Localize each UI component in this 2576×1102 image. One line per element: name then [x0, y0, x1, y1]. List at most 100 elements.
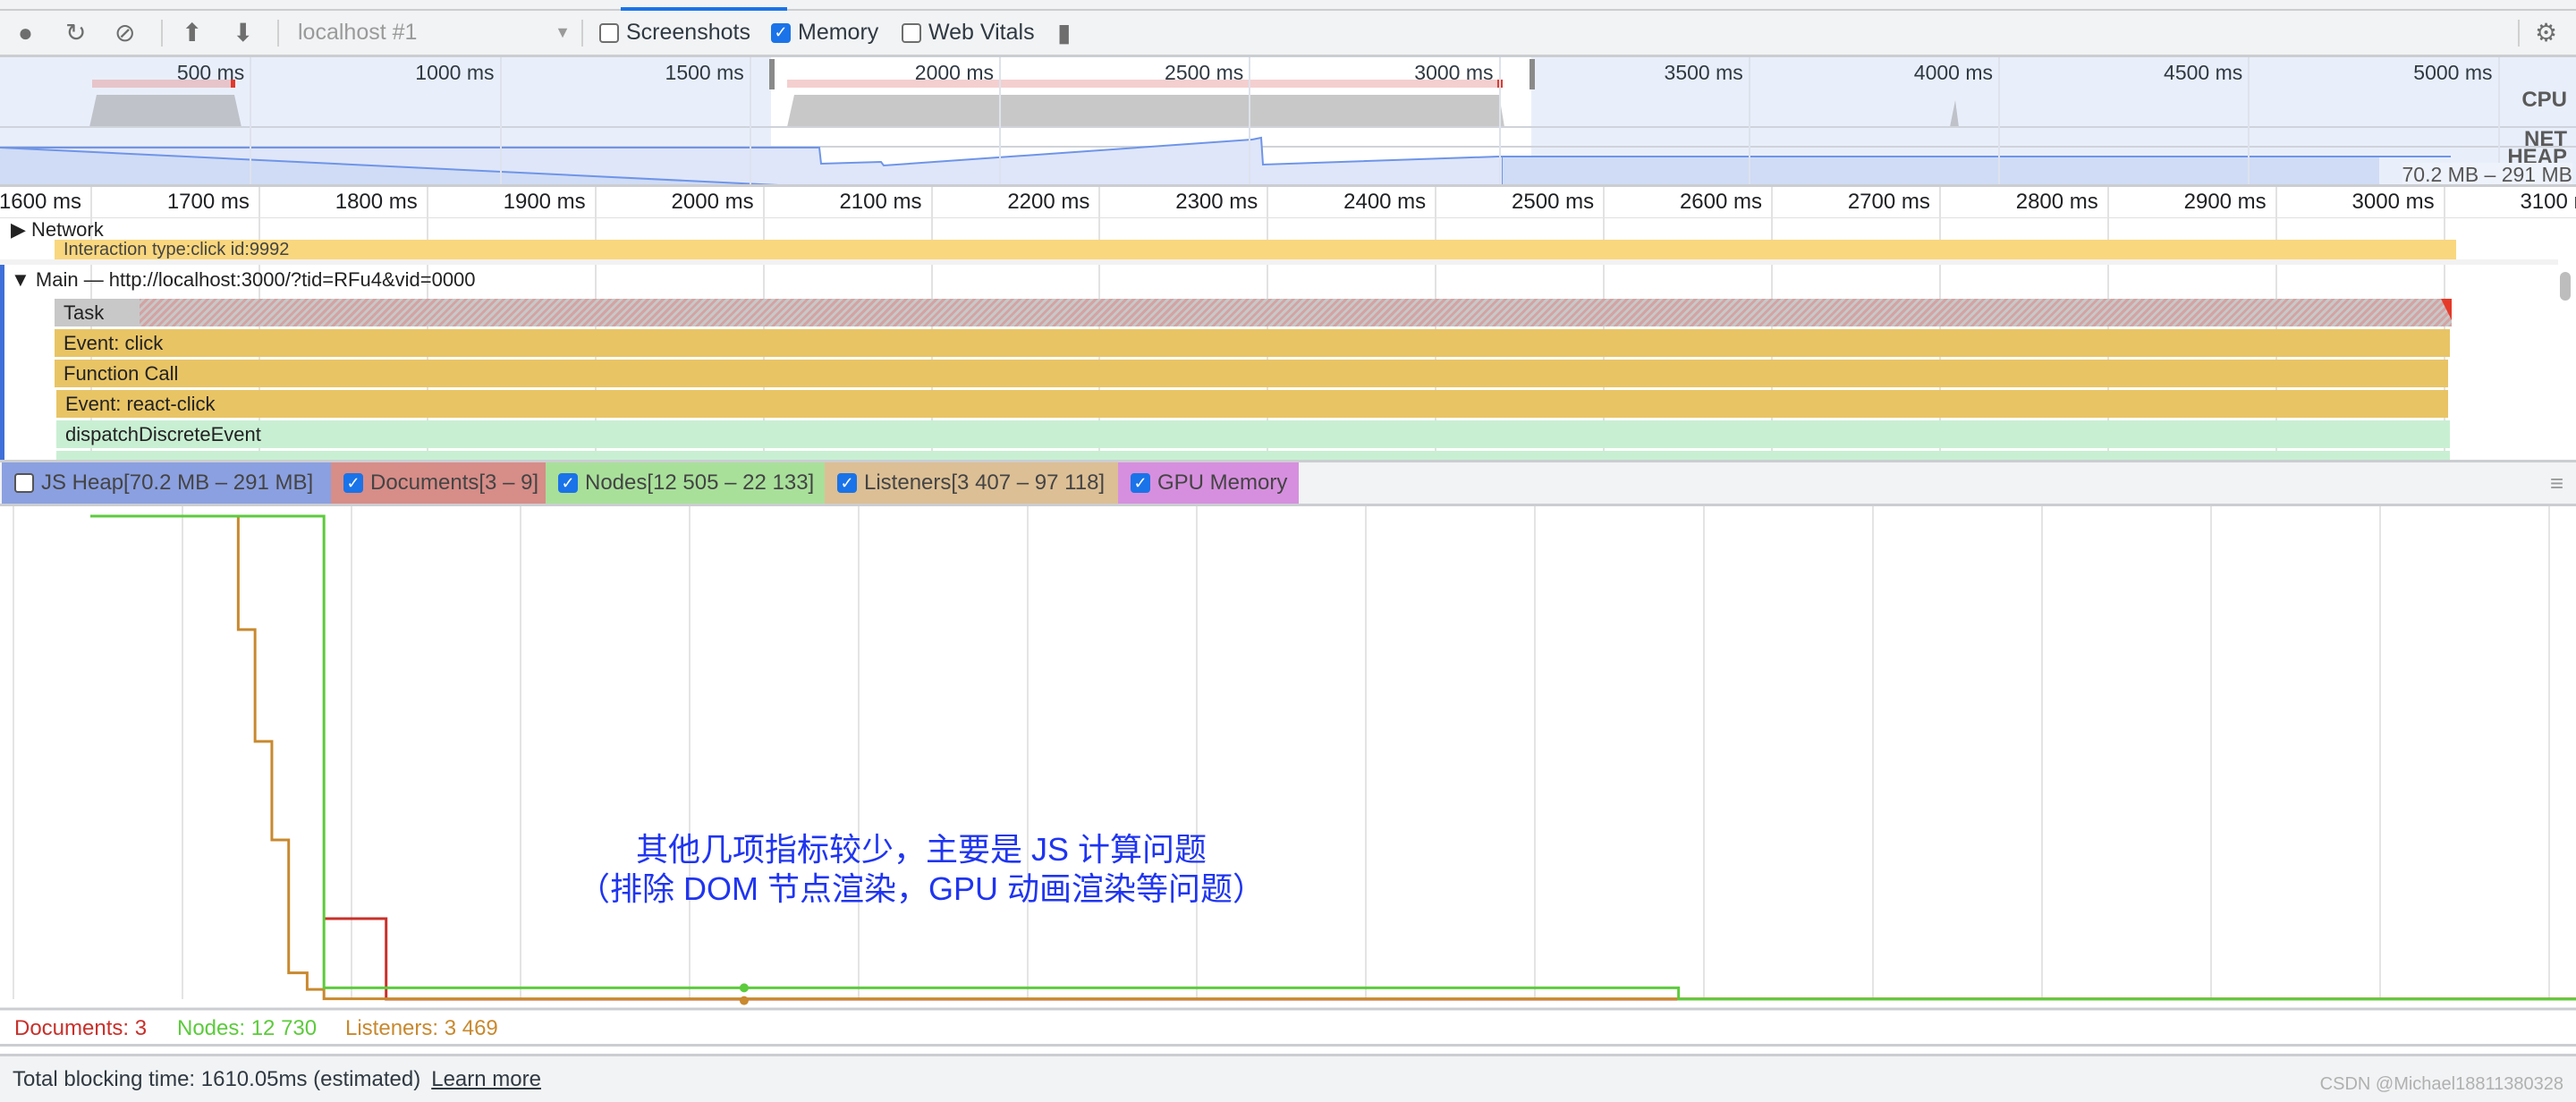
selection-handle-left	[769, 59, 775, 89]
overview-tick: 1500 ms	[665, 61, 744, 84]
ruler-tick: 2100 ms	[839, 190, 922, 214]
interaction-bar[interactable]: Interaction type:click id:9992	[55, 240, 2456, 259]
chevron-down-icon: ▼	[555, 23, 571, 41]
trash-icon[interactable]: ▮	[1057, 11, 1071, 55]
heap-range-label: 70.2 MB – 291 MB	[2402, 163, 2572, 186]
cpu-activity	[89, 95, 242, 127]
counter-label: Documents[3 – 9]	[370, 470, 539, 495]
overview-tick: 2000 ms	[914, 61, 994, 84]
counter-toggle[interactable]: ✓ Nodes[12 505 – 22 133]	[546, 462, 825, 504]
overview-tick: 3500 ms	[1664, 61, 1743, 84]
ruler-tick: 2400 ms	[1343, 190, 1427, 214]
memory-label: Memory	[798, 20, 879, 45]
legend-nodes: Nodes: 12 730	[177, 1016, 318, 1040]
toolbar: ● ↻ ⊘ ⬆ ⬇ localhost #1 ▼ Screenshots ✓ Me…	[0, 11, 2576, 57]
overview-tick: 500 ms	[176, 61, 245, 84]
overview-gridline	[1498, 57, 1501, 184]
network-track-toggle[interactable]: ▶ Network	[11, 218, 104, 242]
counter-toggle[interactable]: ✓ Documents[3 – 9]	[331, 462, 546, 504]
tab-strip	[0, 0, 2576, 11]
counter-marker-nodes	[739, 983, 749, 993]
upload-icon[interactable]: ⬆	[182, 11, 202, 55]
divider	[2518, 20, 2520, 47]
overview-gridline	[1748, 57, 1750, 184]
learn-more-link[interactable]: Learn more	[431, 1067, 541, 1092]
cpu-lane-label: CPU	[2521, 88, 2567, 112]
watermark: CSDN @Michael18811380328	[2319, 1074, 2563, 1094]
reload-icon[interactable]: ↻	[65, 11, 86, 55]
ruler-tick: 1600 ms	[0, 190, 81, 214]
network-track-label: Network	[31, 218, 104, 241]
flame-row-event-click[interactable]: Event: click	[55, 329, 2450, 357]
ruler-tick: 2800 ms	[2015, 190, 2098, 214]
time-ruler: 1600 ms 1700 ms 1800 ms 1900 ms 2000 ms 2100 …	[0, 187, 2576, 218]
flame-chart[interactable]: ▶ Network Interaction type:click id:9992…	[0, 218, 2576, 460]
flame-row-dispatch[interactable]: dispatchDiscreteEvent	[56, 420, 2450, 448]
clear-icon[interactable]: ⊘	[114, 11, 135, 55]
overview-gridline	[749, 57, 751, 184]
menu-icon[interactable]: ≡	[2550, 470, 2563, 497]
ruler-tick: 2900 ms	[2183, 190, 2267, 214]
flame-label: Task	[64, 301, 105, 324]
annotation-line: 其他几项指标较少，主要是 JS 计算问题	[635, 831, 1208, 868]
divider	[0, 259, 2558, 265]
selection-handle-right	[1530, 59, 1535, 89]
overview-gridline	[250, 57, 252, 184]
vertical-scrollbar[interactable]	[2560, 272, 2571, 301]
ruler-tick: 2700 ms	[1847, 190, 1930, 214]
counter-toggle[interactable]: JS Heap[70.2 MB – 291 MB]	[2, 462, 331, 504]
gear-icon[interactable]: ⚙	[2535, 11, 2557, 55]
flame-row-react-click[interactable]: Event: react-click	[56, 390, 2448, 418]
counter-line-nodes	[90, 514, 2576, 1001]
counter-label: Listeners[3 407 – 97 118]	[864, 470, 1106, 495]
overview-gridline	[1998, 57, 2000, 184]
ruler-tick: 2000 ms	[671, 190, 754, 214]
counter-toggle[interactable]: ✓ Listeners[3 407 – 97 118]	[825, 462, 1118, 504]
overview-tick: 3000 ms	[1414, 61, 1494, 84]
ruler-tick: 1800 ms	[335, 190, 418, 214]
ruler-tick: 2600 ms	[1679, 190, 1762, 214]
flame-row-task[interactable]: Task	[55, 299, 2452, 326]
ruler-tick: 1700 ms	[166, 190, 250, 214]
counters-legend: Documents: 3 Nodes: 12 730 Listeners: 3 …	[0, 1011, 2576, 1047]
timeline-overview[interactable]: 500 ms 1000 ms 1500 ms 2000 ms 2500 ms 3000 m…	[0, 57, 2576, 187]
main-track-toggle[interactable]: ▼ Main — http://localhost:3000/?tid=RFu4…	[11, 268, 476, 292]
overview-tick: 5000 ms	[2413, 61, 2493, 84]
download-icon[interactable]: ⬇	[233, 11, 253, 55]
web-vitals-checkbox[interactable]: Web Vitals	[902, 11, 1035, 55]
checkbox-checked-icon: ✓	[1131, 473, 1150, 493]
overview-tick: 4000 ms	[1913, 61, 1993, 84]
interaction-label: Interaction type:click id:9992	[64, 240, 290, 259]
target-select[interactable]: localhost #1 ▼	[298, 11, 580, 55]
web-vitals-label: Web Vitals	[928, 20, 1035, 45]
ruler-tick: 3000 ms	[2351, 190, 2435, 214]
divider	[277, 20, 279, 47]
long-task-flag-icon	[2441, 299, 2452, 320]
ruler-tick: 2300 ms	[1175, 190, 1258, 214]
ruler-tick: 1900 ms	[503, 190, 586, 214]
checkbox-checked-icon: ✓	[343, 473, 363, 493]
overview-gridline	[499, 57, 502, 184]
screenshots-label: Screenshots	[626, 20, 750, 45]
flame-label: Event: react-click	[65, 392, 216, 415]
overview-gridline	[2248, 57, 2250, 184]
main-track-label: Main — http://localhost:3000/?tid=RFu4&v…	[35, 268, 476, 291]
record-icon[interactable]: ●	[18, 11, 33, 55]
flame-row-partial[interactable]	[56, 451, 2450, 460]
ruler-tick: 3100 ms	[2520, 190, 2576, 214]
overview-tick: 1000 ms	[415, 61, 495, 84]
counter-toggle[interactable]: ✓ GPU Memory	[1118, 462, 1299, 504]
annotation: 其他几项指标较少，主要是 JS 计算问题 （排除 DOM 节点渲染，GPU 动画…	[501, 830, 1342, 909]
target-select-value: localhost #1	[298, 20, 418, 45]
counter-label: JS Heap[70.2 MB – 291 MB]	[41, 470, 314, 495]
counter-line-listeners	[90, 514, 2576, 1001]
overview-gridline	[999, 57, 1001, 184]
checkbox-checked-icon: ✓	[771, 22, 791, 43]
status-bar: Total blocking time: 1610.05ms (estimate…	[0, 1054, 2576, 1102]
screenshots-checkbox[interactable]: Screenshots	[599, 11, 750, 55]
flame-row-function-call[interactable]: Function Call	[55, 360, 2448, 387]
memory-checkbox[interactable]: ✓ Memory	[771, 11, 878, 55]
counters-bar: JS Heap[70.2 MB – 291 MB] ✓ Documents[3 – …	[0, 460, 2576, 506]
overview-tick: 4500 ms	[2164, 61, 2243, 84]
ruler-tick: 2500 ms	[1512, 190, 1595, 214]
